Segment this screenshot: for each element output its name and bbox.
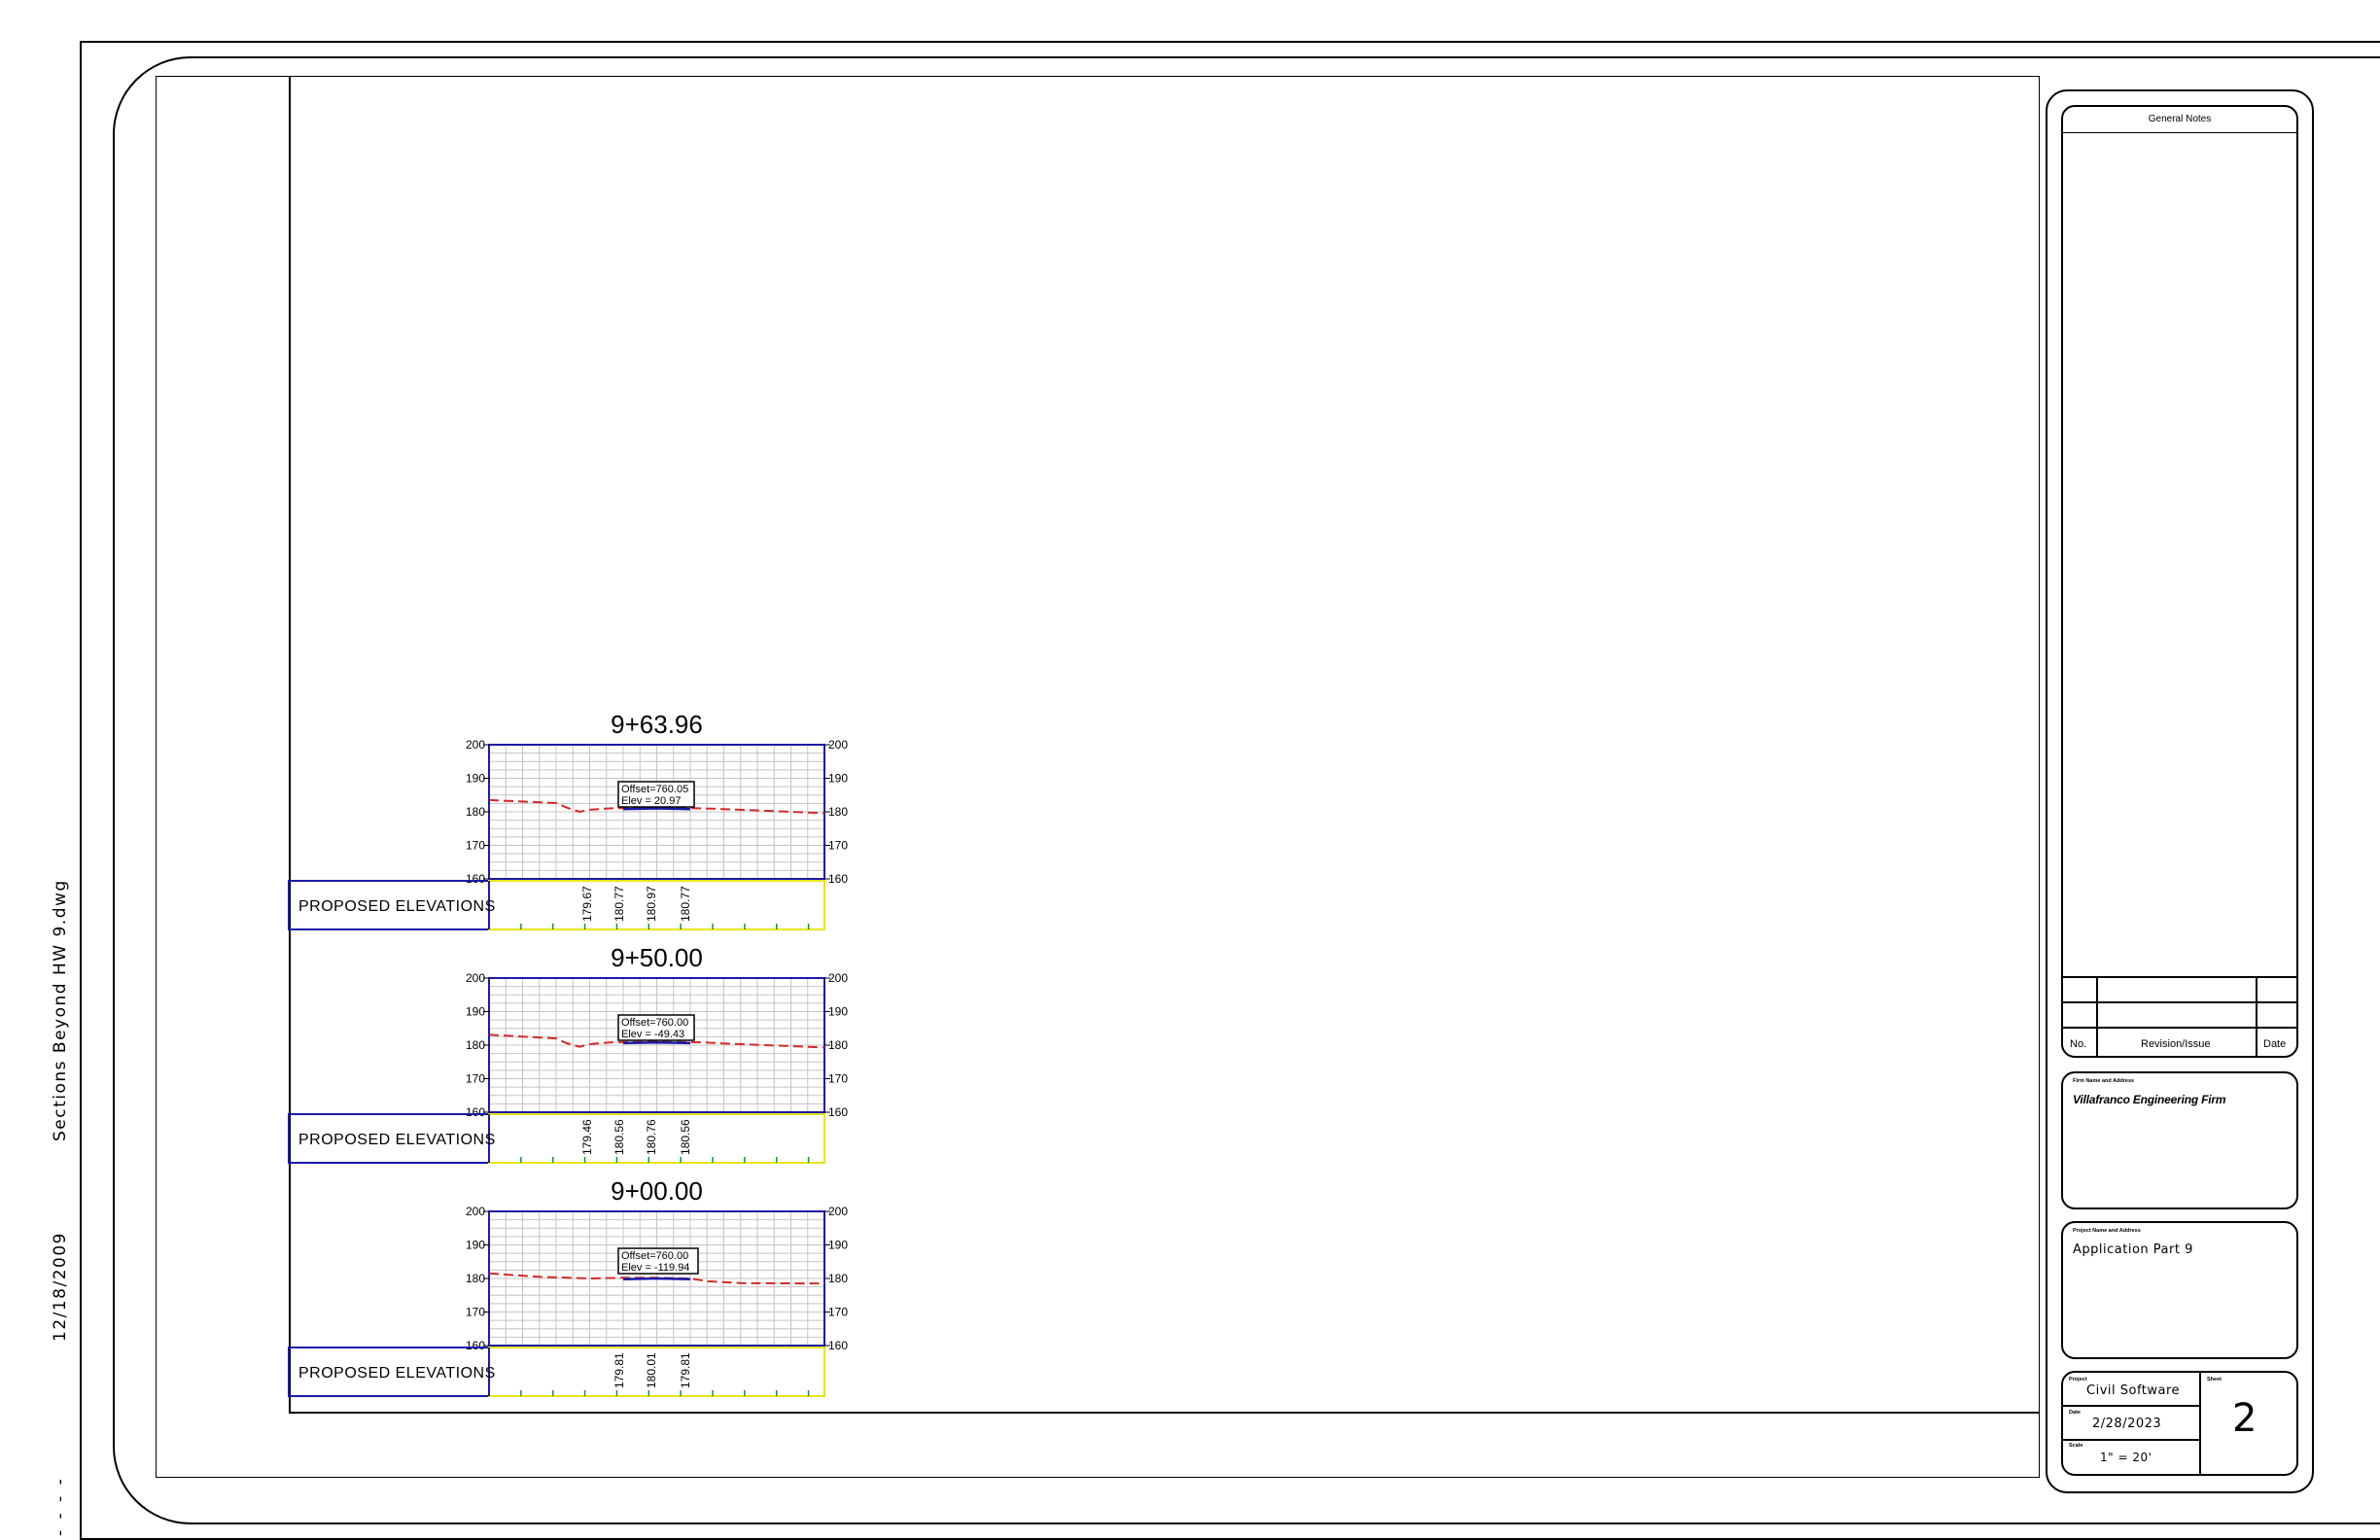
cross-section-charts: 9+63.96 160 160 170 170 180 180 190 190 200 200 Off… <box>288 710 848 1397</box>
y-tick-label-left: 180 <box>466 1272 485 1285</box>
y-tick-label-right: 170 <box>828 1306 848 1319</box>
elevation-table-label: PROPOSED ELEVATIONS <box>298 898 496 915</box>
y-tick-label-left: 190 <box>466 1005 485 1019</box>
chart-title: 9+00.00 <box>611 1176 703 1206</box>
elevation-value: 179.81 <box>679 1352 692 1388</box>
y-tick-label-right: 160 <box>828 1339 848 1352</box>
y-tick-label-right: 160 <box>828 872 848 886</box>
y-tick-label-left: 180 <box>466 1038 485 1052</box>
y-tick-label-right: 190 <box>828 1005 848 1019</box>
elevation-value: 180.01 <box>645 1352 658 1388</box>
elevation-value: 180.77 <box>612 886 626 922</box>
elevation-annotation-text: Elev = 20.97 <box>621 795 681 807</box>
elevation-table-label: PROPOSED ELEVATIONS <box>298 1132 496 1148</box>
y-tick-label-right: 190 <box>828 772 848 786</box>
y-tick-label-right: 180 <box>828 1038 848 1052</box>
offset-annotation-text: Offset=760.00 <box>621 1250 688 1262</box>
offset-annotation-text: Offset=760.00 <box>621 1017 688 1029</box>
proposed-section-line <box>622 1040 691 1045</box>
y-tick-label-right: 170 <box>828 839 848 853</box>
proposed-section-line <box>622 807 691 811</box>
y-tick-label-right: 160 <box>828 1105 848 1119</box>
y-tick-label-left: 200 <box>466 1205 485 1218</box>
y-tick-label-right: 200 <box>828 1205 848 1218</box>
elevation-value: 180.76 <box>645 1119 658 1155</box>
y-tick-label-left: 200 <box>466 738 485 752</box>
elevation-value: 180.56 <box>612 1119 626 1155</box>
y-tick-label-left: 170 <box>466 1306 485 1319</box>
y-tick-label-left: 160 <box>466 1339 485 1352</box>
elevation-value: 179.81 <box>612 1352 626 1388</box>
offset-annotation-text: Offset=760.05 <box>621 784 688 795</box>
y-tick-label-right: 180 <box>828 1272 848 1285</box>
cross-section-chart-1: 9+63.96 160 160 170 170 180 180 190 190 200 200 Off… <box>288 710 848 930</box>
y-tick-label-right: 180 <box>828 805 848 819</box>
elevation-table-label: PROPOSED ELEVATIONS <box>298 1365 496 1382</box>
chart-title: 9+63.96 <box>611 710 703 739</box>
y-tick-label-left: 170 <box>466 839 485 853</box>
y-tick-label-right: 190 <box>828 1239 848 1252</box>
elevation-annotation-text: Elev = -49.43 <box>621 1029 684 1040</box>
y-tick-label-left: 190 <box>466 1239 485 1252</box>
elevation-annotation-text: Elev = -119.94 <box>621 1262 689 1274</box>
elevation-value: 180.97 <box>645 886 658 922</box>
cross-section-chart-3: 9+00.00 160 160 170 170 180 180 190 190 200 200 Off… <box>288 1176 848 1397</box>
elevation-value: 179.67 <box>580 886 594 922</box>
y-tick-label-right: 170 <box>828 1072 848 1086</box>
y-tick-label-left: 180 <box>466 805 485 819</box>
y-tick-label-left: 190 <box>466 772 485 786</box>
elevation-value: 180.56 <box>679 1119 692 1155</box>
y-tick-label-right: 200 <box>828 971 848 985</box>
y-tick-label-right: 200 <box>828 738 848 752</box>
chart-title: 9+50.00 <box>611 943 703 972</box>
proposed-section-line <box>622 1277 691 1280</box>
y-tick-label-left: 200 <box>466 971 485 985</box>
elevation-value: 180.77 <box>679 886 692 922</box>
elevation-value: 179.46 <box>580 1119 594 1155</box>
y-tick-label-left: 170 <box>466 1072 485 1086</box>
y-tick-label-left: 160 <box>466 1105 485 1119</box>
cross-section-chart-2: 9+50.00 160 160 170 170 180 180 190 190 200 200 Off… <box>288 943 848 1164</box>
y-tick-label-left: 160 <box>466 872 485 886</box>
